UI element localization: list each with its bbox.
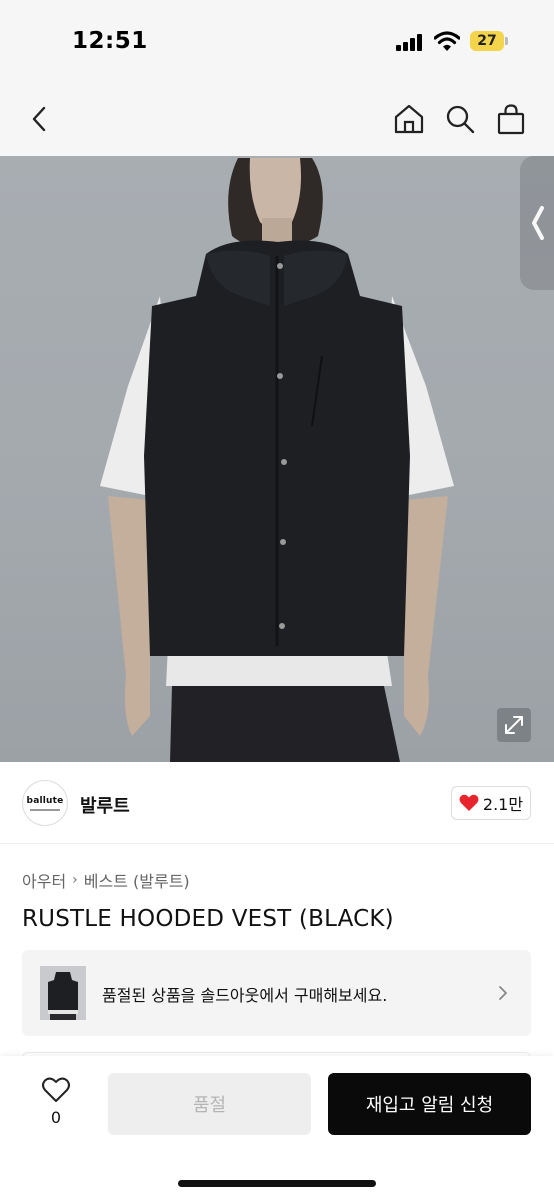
banner-product-thumbnail <box>40 966 86 1020</box>
brand-row: ballute 발루트 2.1만 <box>0 762 554 844</box>
bottom-action-bar: 0 품절 재입고 알림 신청 <box>0 1056 554 1200</box>
product-image[interactable] <box>0 156 554 762</box>
wishlist-count: 0 <box>50 1108 62 1127</box>
cellular-signal-icon <box>396 33 426 51</box>
chevron-right-icon: › <box>72 872 78 888</box>
brand-like-count: 2.1만 <box>482 795 524 814</box>
search-icon <box>446 105 475 134</box>
brand-logo-text: ballute <box>26 795 64 806</box>
restock-alert-button[interactable]: 재입고 알림 신청 <box>328 1073 531 1135</box>
product-title: RUSTLE HOODED VEST (BLACK) <box>22 906 394 932</box>
home-button[interactable] <box>392 102 426 136</box>
heart-outline-icon <box>42 1077 70 1102</box>
home-icon <box>394 104 424 134</box>
breadcrumb-category[interactable]: 아우터 <box>22 868 66 892</box>
back-button[interactable] <box>22 102 56 136</box>
product-photo-model <box>100 158 454 762</box>
shopping-bag-icon <box>497 104 525 135</box>
side-panel-tab[interactable] <box>520 156 554 290</box>
status-time: 12:51 <box>72 28 148 54</box>
expand-image-button[interactable] <box>497 708 531 742</box>
heart-filled-icon <box>459 794 479 811</box>
soldout-banner[interactable]: 품절된 상품을 솔드아웃에서 구매해보세요. <box>22 950 531 1036</box>
expand-icon <box>505 716 523 734</box>
search-button[interactable] <box>443 102 477 136</box>
banner-text: 품절된 상품을 솔드아웃에서 구매해보세요. <box>102 986 388 1005</box>
chevron-left-icon <box>532 206 544 240</box>
breadcrumb: 아우터 › 베스트 (발루트) <box>22 868 190 892</box>
battery-cap <box>505 37 508 45</box>
cart-button[interactable] <box>494 102 528 136</box>
home-indicator[interactable] <box>178 1180 376 1187</box>
soldout-button: 품절 <box>108 1073 311 1135</box>
brand-like-button[interactable]: 2.1만 <box>451 786 531 820</box>
brand-name[interactable]: 발루트 <box>80 792 130 818</box>
wifi-icon <box>434 31 460 51</box>
product-detail-page: 12:51 27 ballute 발루트 2.1만 아우터 › 베스트 (발루트… <box>0 0 554 1200</box>
battery-icon: 27 <box>470 31 504 51</box>
chevron-right-icon <box>499 986 507 1000</box>
wishlist-button[interactable]: 0 <box>36 1076 76 1136</box>
breadcrumb-subcategory[interactable]: 베스트 (발루트) <box>84 868 190 892</box>
brand-logo[interactable]: ballute <box>22 780 68 826</box>
chevron-left-icon <box>32 106 46 132</box>
status-bar: 12:51 27 <box>0 0 554 84</box>
brand-logo-underline <box>30 808 60 811</box>
battery-level: 27 <box>477 33 497 49</box>
top-navigation <box>0 84 554 156</box>
